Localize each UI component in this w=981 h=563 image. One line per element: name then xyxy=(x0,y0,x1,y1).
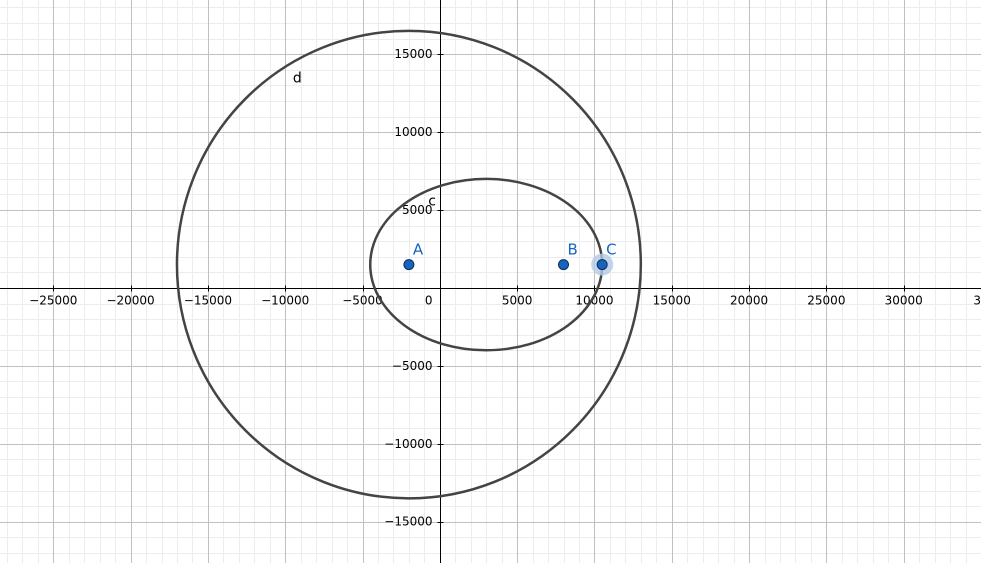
x-tick-label: 20000 xyxy=(730,294,768,308)
minor-grid xyxy=(0,0,981,563)
x-tick-label: −25000 xyxy=(29,294,77,308)
graphics-view[interactable]: −25000 −20000 −15000 −10000 −5000 5000 10000 15… xyxy=(0,0,981,563)
x-tick-label: 35 xyxy=(973,294,981,308)
y-tick-label: 10000 xyxy=(394,125,432,139)
x-tick-label: −15000 xyxy=(184,294,232,308)
point-B[interactable] xyxy=(558,259,570,271)
conic-label-c: c xyxy=(428,193,436,209)
point-label-C: C xyxy=(606,241,616,259)
y-tick-label: −5000 xyxy=(392,359,433,373)
points: A B C xyxy=(403,241,617,276)
point-A[interactable] xyxy=(403,259,415,271)
y-tick-label: −10000 xyxy=(384,437,432,451)
point-C[interactable] xyxy=(596,259,608,271)
origin-label: 0 xyxy=(425,294,433,308)
point-label-B: B xyxy=(568,241,578,259)
point-label-A: A xyxy=(413,241,424,259)
x-tick-label: 30000 xyxy=(885,294,923,308)
x-tick-label: 15000 xyxy=(653,294,691,308)
y-tick-label: 15000 xyxy=(394,47,432,61)
x-tick-label: −10000 xyxy=(261,294,309,308)
major-grid xyxy=(0,0,981,563)
x-tick-label: 25000 xyxy=(807,294,845,308)
conic-label-d: d xyxy=(293,70,302,86)
x-tick-label: −20000 xyxy=(106,294,154,308)
axes xyxy=(0,0,981,563)
x-tick-label: 5000 xyxy=(502,294,533,308)
y-tick-label: −15000 xyxy=(384,515,432,529)
